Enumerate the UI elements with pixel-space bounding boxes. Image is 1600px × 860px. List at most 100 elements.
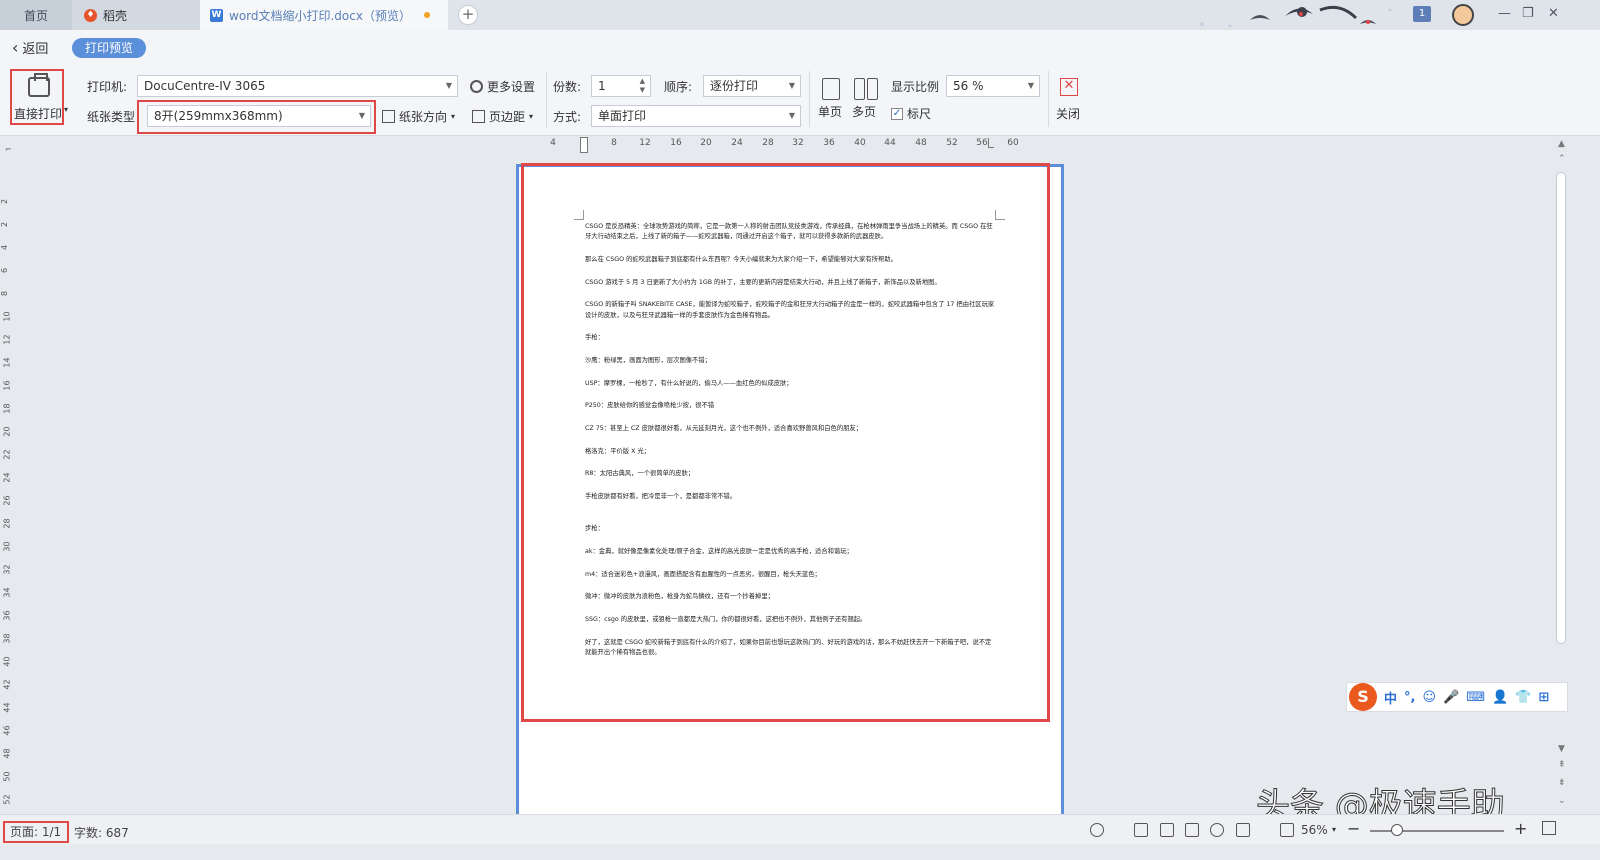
ime-language-toggle[interactable]: 中 xyxy=(1384,688,1397,707)
fullscreen-icon[interactable] xyxy=(1542,821,1556,835)
copies-stepper[interactable]: 1 ▲ ▼ xyxy=(591,75,651,97)
paper-type-select[interactable]: 8开(259mmx368mm) ▼ xyxy=(147,105,371,127)
tab-home[interactable]: 首页 xyxy=(0,0,72,30)
ruler-tick-label: 36 xyxy=(2,610,12,621)
printer-select[interactable]: DocuCentre-IV 3065 ▼ xyxy=(137,75,458,97)
checkbox-checked-icon: ✓ xyxy=(891,107,903,120)
orientation-button[interactable]: 纸张方向 ▾ xyxy=(382,108,455,125)
chevron-down-icon: ▾ xyxy=(529,112,534,121)
print-mode-select[interactable]: 单面打印 ▼ xyxy=(591,105,801,127)
ime-voice-icon[interactable]: 🎤 xyxy=(1443,690,1459,705)
document-paragraph: P250：皮肤给你的感觉会像喷枪少按，很不错 xyxy=(585,402,715,410)
outline-view-icon[interactable] xyxy=(1160,823,1174,837)
vertical-scrollbar-thumb[interactable] xyxy=(1556,172,1566,644)
orientation-icon xyxy=(382,110,395,123)
document-paragraph: 那么在 CSGO 的蛇咬武器箱子到底都有什么东西呢？今天小编就来为大家介绍一下，… xyxy=(585,255,897,263)
document-paragraph: R8：太阳古典风，一个很简单的皮肤； xyxy=(585,470,695,478)
document-paragraph: 格洛克：平价版 X 光； xyxy=(585,447,650,455)
unsaved-dot-icon xyxy=(424,12,430,18)
printer-icon xyxy=(28,73,50,97)
ime-punctuation-icon[interactable]: °, xyxy=(1404,690,1415,705)
daoke-logo-icon: ♦ xyxy=(84,8,97,22)
fit-window-icon[interactable] xyxy=(1280,823,1294,837)
ime-toolbox-icon[interactable]: ⊞ xyxy=(1538,690,1549,705)
chevron-down-icon: ▼ xyxy=(358,111,365,120)
ruler-indent-marker[interactable] xyxy=(580,137,588,153)
zoom-percent[interactable]: 56% xyxy=(1301,823,1328,837)
scroll-bottom-icon[interactable]: ⌄ xyxy=(1558,796,1566,806)
ime-skin-icon[interactable]: 👕 xyxy=(1515,690,1531,705)
zoom-select[interactable]: 56 % ▼ xyxy=(946,75,1040,97)
scroll-up-icon[interactable]: ▲ xyxy=(1558,139,1565,149)
zoom-out-button[interactable]: − xyxy=(1347,819,1360,838)
web-view-icon[interactable] xyxy=(1210,823,1224,837)
ruler-tick-label: 2 xyxy=(0,221,10,228)
notification-badge[interactable]: 1 xyxy=(1413,6,1431,22)
ruler-tick-label: 4 xyxy=(550,138,556,148)
chevron-left-icon: ‹ xyxy=(12,37,19,57)
bottom-strip xyxy=(0,844,1600,860)
next-page-icon[interactable]: ⇟ xyxy=(1558,778,1566,788)
tab-home-label: 首页 xyxy=(23,8,48,23)
reading-view-icon[interactable] xyxy=(1185,823,1199,837)
ruler-tick-label: 44 xyxy=(2,702,12,713)
word-count[interactable]: 字数: 687 xyxy=(74,824,129,841)
margin-corner-mark xyxy=(995,210,1005,220)
tab-daoke-label: 稻壳 xyxy=(103,8,128,23)
minimize-button[interactable]: — xyxy=(1498,6,1511,21)
print-mode-value: 单面打印 xyxy=(598,109,647,123)
restore-button[interactable]: ❐ xyxy=(1522,6,1534,21)
tab-bar: 首页 ♦ 稻壳 W word文档缩小打印.docx（预览） + 1 — ❐ ✕ xyxy=(0,0,1600,30)
chevron-down-icon[interactable]: ▾ xyxy=(1332,825,1336,834)
close-icon: ✕ xyxy=(1060,78,1078,96)
user-avatar[interactable] xyxy=(1452,4,1474,26)
new-tab-button[interactable]: + xyxy=(458,5,478,25)
single-page-icon xyxy=(822,78,840,100)
stepper-arrows-icon[interactable]: ▲ ▼ xyxy=(640,77,645,95)
tab-daoke[interactable]: ♦ 稻壳 xyxy=(72,0,200,30)
zoom-slider-knob[interactable] xyxy=(1390,824,1403,836)
close-preview-button[interactable]: ✕ 关闭 xyxy=(1052,71,1086,127)
sogou-logo-icon[interactable]: S xyxy=(1349,683,1377,711)
multi-page-button[interactable]: 多页 xyxy=(852,75,882,125)
ruler-tick-label: 50 xyxy=(2,771,12,782)
more-settings-button[interactable]: 更多设置 xyxy=(470,78,535,95)
paper-type-label: 纸张类型 xyxy=(87,110,136,124)
eye-protection-icon[interactable] xyxy=(1090,823,1104,837)
scroll-down-icon[interactable]: ▼ xyxy=(1558,744,1565,754)
zoom-in-button[interactable]: + xyxy=(1514,819,1527,838)
page-view-icon[interactable] xyxy=(1134,823,1148,837)
document-paragraph: CZ 75：甚至上 CZ 皮肤都很好看，从元延刻月光，这个也不例外，适合喜欢野兽… xyxy=(585,425,863,433)
direct-print-button[interactable]: 直接打印 xyxy=(10,69,64,125)
order-label: 顺序: xyxy=(664,80,693,94)
ruler-tick-label: 36 xyxy=(823,138,835,148)
chevron-down-icon: ▼ xyxy=(788,111,795,120)
prev-page-icon[interactable]: ⇞ xyxy=(1558,760,1566,770)
back-label: 返回 xyxy=(22,42,49,57)
page-indicator[interactable]: 页面: 1/1 xyxy=(3,821,69,843)
ruler-tick-label: 40 xyxy=(854,138,866,148)
back-button[interactable]: ‹ 返回 xyxy=(12,38,48,57)
ruler-toggle[interactable]: ✓ 标尺 xyxy=(891,105,931,122)
ime-emoji-icon[interactable]: ☺ xyxy=(1422,690,1436,705)
order-select[interactable]: 逐份打印 ▼ xyxy=(703,75,801,97)
ruler-tick-label: 2 xyxy=(0,198,10,205)
zoom-value: 56 % xyxy=(953,79,984,93)
document-paragraph: 手枪： xyxy=(585,334,604,342)
tab-document[interactable]: W word文档缩小打印.docx（预览） xyxy=(200,0,448,30)
ruler-tick-label: 24 xyxy=(731,138,743,148)
single-page-button[interactable]: 单页 xyxy=(818,75,844,125)
window-close-button[interactable]: ✕ xyxy=(1548,6,1559,21)
ime-keyboard-icon[interactable]: ⌨ xyxy=(1466,690,1485,705)
ruler-toggle-label: 标尺 xyxy=(907,107,932,121)
pen-icon[interactable] xyxy=(1236,823,1250,837)
ruler-tick-label: 16 xyxy=(670,138,682,148)
ruler-right-marker[interactable] xyxy=(988,138,994,148)
direct-print-dropdown-icon[interactable]: ▾ xyxy=(64,105,68,114)
ime-user-icon[interactable]: 👤 xyxy=(1492,690,1508,705)
margins-label: 页边距 xyxy=(489,110,526,124)
scroll-up-fast-icon[interactable]: ⌃ xyxy=(1558,154,1566,164)
margins-icon xyxy=(472,110,485,123)
single-page-label: 单页 xyxy=(818,105,843,119)
margins-button[interactable]: 页边距 ▾ xyxy=(472,108,533,125)
